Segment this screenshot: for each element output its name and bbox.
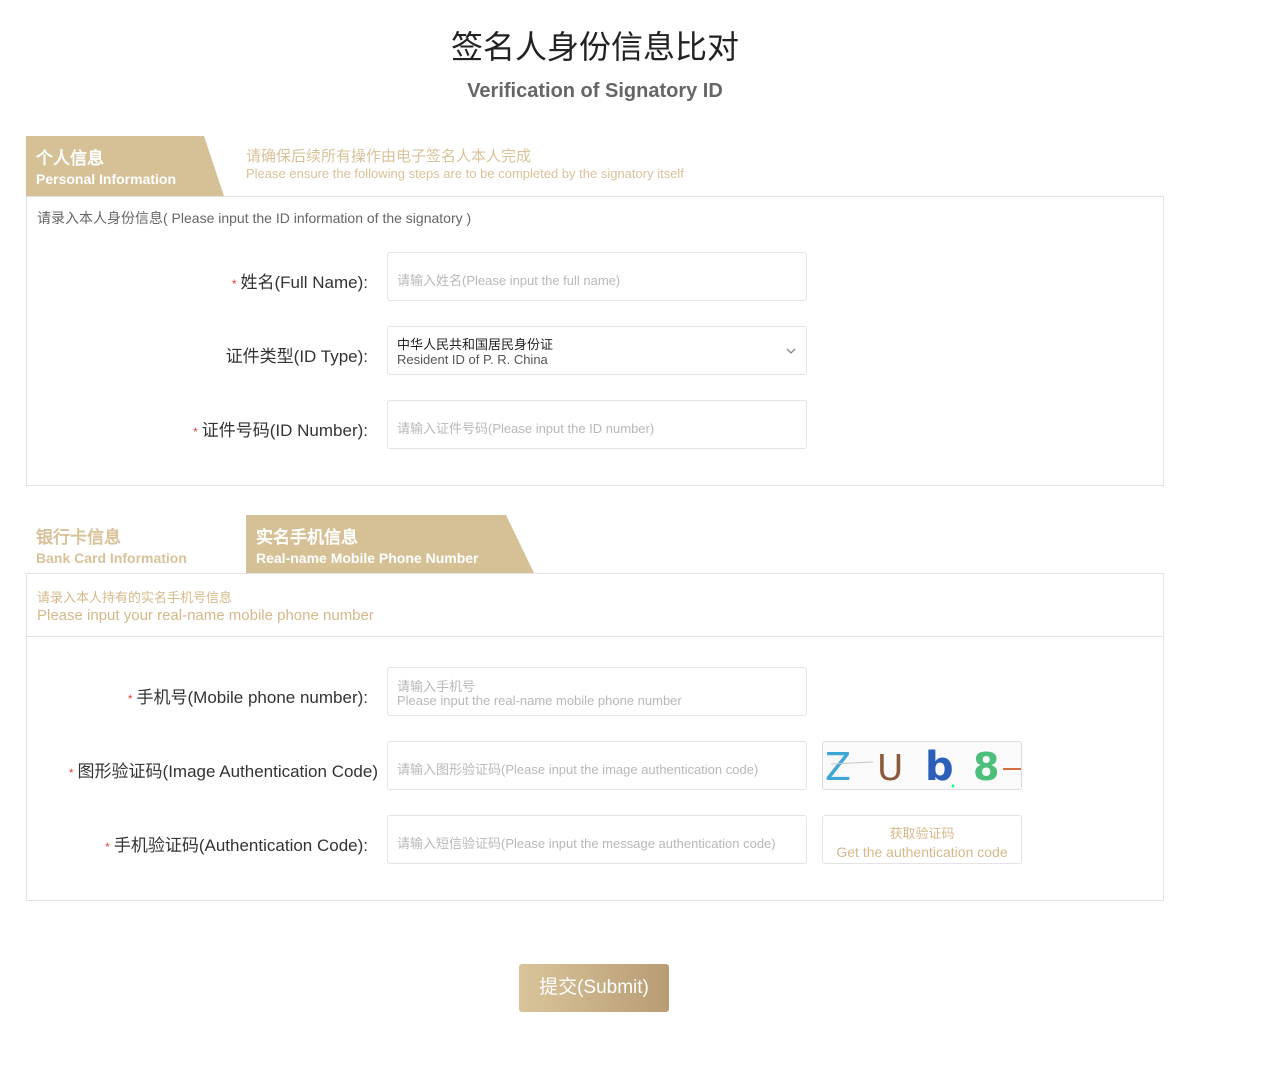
image-code-placeholder: 请输入图形验证码(Please input the image authenti… bbox=[397, 762, 759, 777]
mobile-placeholder-en: Please input the real-name mobile phone … bbox=[397, 693, 682, 708]
full-name-label: * 姓名(Full Name): bbox=[231, 273, 368, 292]
captcha-glyphs: Z U b 8 bbox=[825, 744, 1021, 789]
captcha-char-2: U bbox=[877, 748, 903, 789]
required-mark: * bbox=[105, 839, 110, 854]
id-type-label: 证件类型(ID Type): bbox=[225, 347, 368, 366]
id-type-value-cn: 中华人民共和国居民身份证 bbox=[397, 337, 554, 352]
sms-code-label: * 手机验证码(Authentication Code): bbox=[105, 836, 368, 855]
captcha-image[interactable]: Z U b 8 bbox=[822, 741, 1022, 790]
tab-label-cn: 银行卡信息 bbox=[36, 528, 121, 547]
page-title: 签名人身份信息比对 bbox=[450, 29, 739, 65]
tab-label-en: Real-name Mobile Phone Number bbox=[256, 550, 479, 566]
captcha-char-3: b bbox=[925, 744, 954, 789]
captcha-char-4: 8 bbox=[973, 745, 999, 789]
mobile-number-label: * 手机号(Mobile phone number): bbox=[127, 688, 368, 707]
submit-button[interactable]: 提交(Submit) bbox=[519, 964, 669, 1012]
tab-personal-information: 个人信息 Personal Information bbox=[26, 136, 224, 196]
required-mark: * bbox=[231, 276, 237, 291]
image-code-input[interactable]: 请输入图形验证码(Please input the image authenti… bbox=[387, 741, 807, 790]
captcha-char-1: Z bbox=[825, 745, 851, 789]
id-type-value-en: Resident ID of P. R. China bbox=[397, 352, 548, 367]
tab-label-en: Personal Information bbox=[36, 171, 177, 187]
mobile-number-input[interactable]: 请输入手机号 Please input the real-name mobile… bbox=[387, 667, 807, 716]
get-code-button[interactable]: 获取验证码 Get the authentication code bbox=[822, 815, 1022, 864]
signatory-hint-cn: 请确保后续所有操作由电子签名人本人完成 bbox=[246, 148, 532, 165]
captcha-noise bbox=[951, 784, 955, 788]
tab-label-cn: 个人信息 bbox=[36, 149, 104, 168]
full-name-placeholder: 请输入姓名(Please input the full name) bbox=[397, 273, 621, 288]
mobile-note-en: Please input your real-name mobile phone… bbox=[37, 607, 374, 624]
id-number-label: * 证件号码(ID Number): bbox=[193, 421, 368, 440]
tab-label-en: Bank Card Information bbox=[36, 550, 187, 566]
chevron-down-icon bbox=[786, 348, 796, 354]
divider bbox=[27, 636, 1162, 637]
required-mark: * bbox=[127, 691, 133, 706]
get-code-label-cn: 获取验证码 bbox=[889, 826, 955, 841]
sms-code-placeholder: 请输入短信验证码(Please input the message authen… bbox=[397, 836, 776, 851]
tab-label-cn: 实名手机信息 bbox=[256, 528, 358, 547]
id-number-input[interactable]: 请输入证件号码(Please input the ID number) bbox=[387, 400, 807, 449]
get-code-label-en: Get the authentication code bbox=[836, 844, 1008, 860]
sms-code-input[interactable]: 请输入短信验证码(Please input the message authen… bbox=[387, 815, 807, 864]
id-type-select[interactable]: 中华人民共和国居民身份证 Resident ID of P. R. China bbox=[387, 326, 807, 375]
tab-bank-card[interactable]: 银行卡信息 Bank Card Information bbox=[26, 515, 246, 573]
personal-info-note: 请录入本人身份信息( Please input the ID informati… bbox=[37, 210, 472, 226]
signatory-hint-en: Please ensure the following steps are to… bbox=[246, 166, 684, 181]
page-subtitle: Verification of Signatory ID bbox=[467, 80, 723, 102]
id-number-placeholder: 请输入证件号码(Please input the ID number) bbox=[397, 421, 655, 436]
image-code-label: * 图形验证码(Image Authentication Code) bbox=[68, 762, 378, 781]
mobile-note-cn: 请录入本人持有的实名手机号信息 bbox=[37, 590, 233, 605]
required-mark: * bbox=[68, 765, 74, 780]
tab-mobile-phone[interactable]: 实名手机信息 Real-name Mobile Phone Number bbox=[246, 515, 534, 573]
full-name-input[interactable]: 请输入姓名(Please input the full name) bbox=[387, 252, 807, 301]
required-mark: * bbox=[193, 424, 198, 439]
